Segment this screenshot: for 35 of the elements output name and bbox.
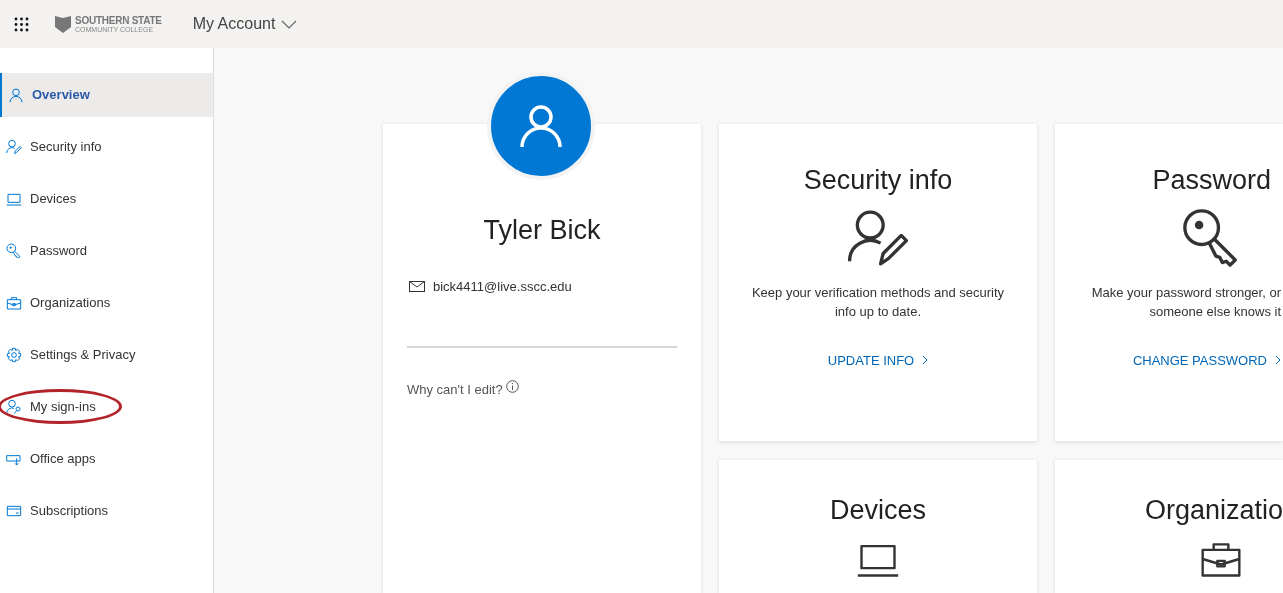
chevron-icon xyxy=(1275,355,1281,366)
card-icon xyxy=(6,503,22,519)
laptop-icon xyxy=(6,191,22,207)
sidebar-item[interactable]: Settings & Privacy xyxy=(0,333,213,377)
chevron-down-icon xyxy=(281,19,298,29)
sidebar-item[interactable]: Devices xyxy=(0,177,213,221)
card-title: Security info xyxy=(803,164,953,197)
card-title: Organizatio xyxy=(1144,494,1283,527)
card-title: Password xyxy=(1152,164,1271,197)
sidebar-item[interactable]: Security info xyxy=(0,125,213,169)
card-title: Devices xyxy=(830,494,926,527)
card-link[interactable]: CHANGE PASSWORD xyxy=(1132,350,1281,370)
person-icon xyxy=(8,87,24,103)
sidebar-item[interactable]: Organizations xyxy=(0,281,213,325)
user-name: Tyler Bick xyxy=(483,214,601,247)
sidebar-item[interactable]: Password xyxy=(0,229,213,273)
sidebar-item[interactable]: Office apps xyxy=(0,437,213,481)
briefcase-icon xyxy=(6,295,22,311)
mail-icon xyxy=(409,280,425,292)
app-launcher-icon[interactable] xyxy=(14,16,29,32)
info-icon[interactable] xyxy=(505,380,519,393)
chevron-icon xyxy=(922,355,929,366)
key-icon xyxy=(6,243,22,259)
why-cant-i-edit-link[interactable]: Why can't I edit? xyxy=(407,380,503,400)
sidebar-item[interactable]: Subscriptions xyxy=(0,489,213,533)
email-address: bick4411@live.sscc.edu xyxy=(433,277,572,296)
settings-icon xyxy=(6,347,22,363)
person-pen-icon xyxy=(6,139,22,155)
card-description: Keep your verification methods and security info up to date. xyxy=(751,283,1005,321)
person-key-icon xyxy=(6,399,22,415)
my-account-menu[interactable]: My Account xyxy=(192,12,298,36)
card-link[interactable]: UPDATE INFO xyxy=(827,350,929,370)
card-description: Make your password stronger, or someone else knows it xyxy=(1091,283,1282,321)
sidebar-item[interactable]: Overview xyxy=(0,73,213,117)
sidebar-item[interactable]: My sign-ins xyxy=(0,385,213,429)
